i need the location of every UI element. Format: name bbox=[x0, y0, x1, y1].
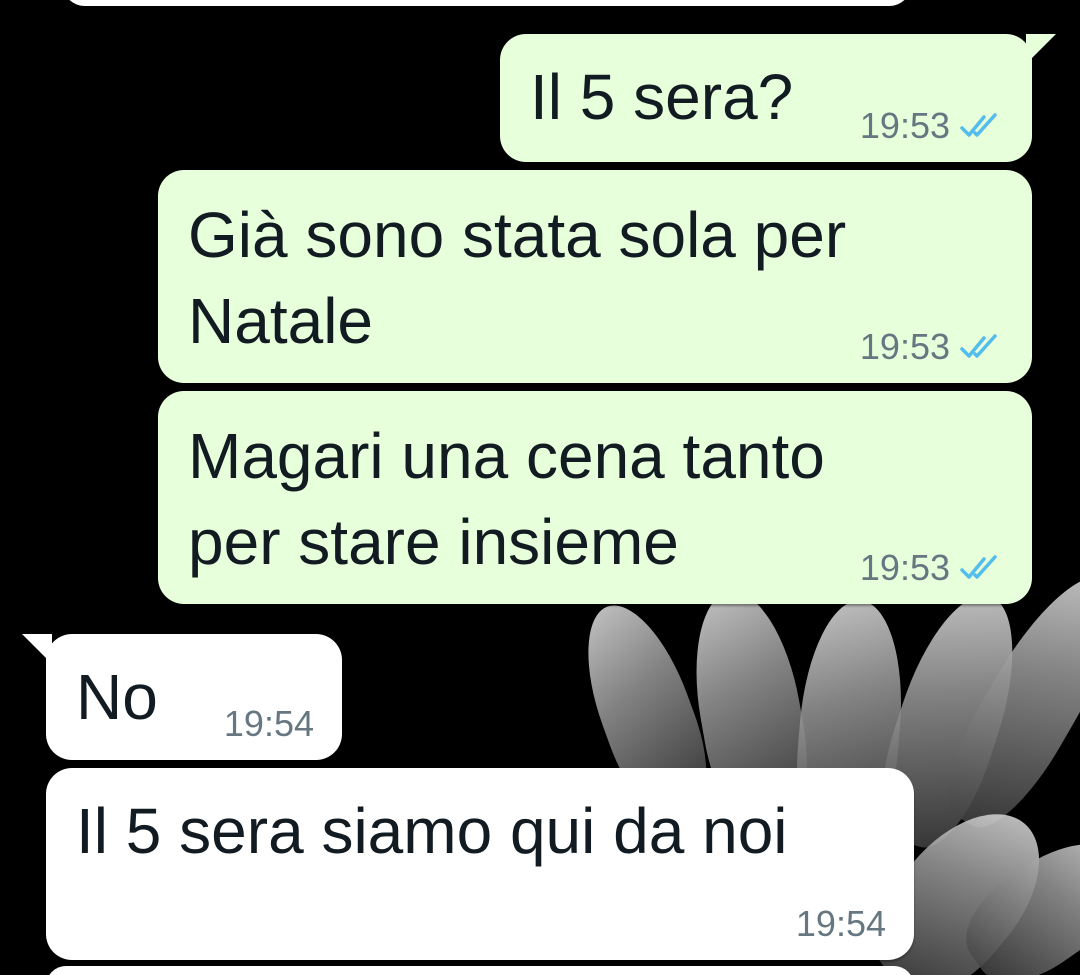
message-text: Magari una cena tanto per stare insieme bbox=[188, 420, 825, 578]
message-bubble-outgoing[interactable]: Già sono stata sola per Natale 19:53 bbox=[158, 170, 1032, 383]
message-time: 19:53 bbox=[859, 547, 950, 588]
partial-message-bubble bbox=[46, 966, 914, 975]
partial-message-bubble bbox=[62, 0, 912, 6]
message-meta: 19:53 bbox=[860, 327, 1004, 367]
message-text: Già sono stata sola per Natale bbox=[188, 199, 847, 357]
message-bubble-incoming[interactable]: Il 5 sera siamo qui da noi 19:54 bbox=[46, 768, 914, 960]
message-bubble-outgoing[interactable]: Magari una cena tanto per stare insieme … bbox=[158, 391, 1032, 604]
double-check-icon bbox=[960, 334, 997, 358]
message-text: No bbox=[76, 661, 158, 733]
double-check-icon bbox=[960, 555, 997, 579]
message-meta: 19:53 bbox=[860, 548, 1004, 588]
message-time: 19:53 bbox=[859, 326, 950, 367]
message-text: Il 5 sera siamo qui da noi bbox=[76, 795, 788, 867]
message-bubble-outgoing[interactable]: Il 5 sera? 19:53 bbox=[500, 34, 1056, 162]
message-time: 19:54 bbox=[223, 703, 314, 744]
bubble-tail bbox=[22, 634, 52, 664]
message-meta: 19:54 bbox=[796, 904, 886, 944]
bubble-tail bbox=[1026, 34, 1056, 64]
message-bubble-incoming[interactable]: No 19:54 bbox=[22, 634, 342, 760]
message-time: 19:54 bbox=[795, 903, 886, 944]
message-text: Il 5 sera? bbox=[530, 61, 794, 133]
double-check-icon bbox=[960, 113, 997, 137]
message-meta: 19:54 bbox=[224, 704, 314, 744]
message-time: 19:53 bbox=[859, 105, 950, 146]
message-meta: 19:53 bbox=[860, 106, 1004, 146]
